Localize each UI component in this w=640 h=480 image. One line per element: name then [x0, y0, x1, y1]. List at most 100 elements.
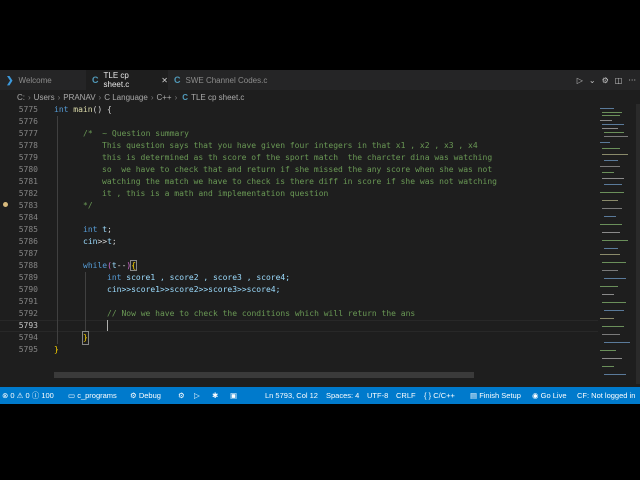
tab-tle-cp-sheet[interactable]: C TLE cp sheet.c ✕	[86, 70, 168, 90]
warning-count: 0	[25, 391, 30, 400]
encoding-setting[interactable]: UTF-8	[367, 387, 388, 404]
breadcrumb-item[interactable]: C Language	[104, 93, 148, 102]
code-comment: so we have to check that and return if s…	[102, 165, 493, 174]
debug-button[interactable]: ⚙ Debug	[130, 387, 161, 404]
code-token: >>	[97, 237, 108, 246]
chevron-right-icon: ›	[98, 92, 102, 102]
horizontal-scrollbar[interactable]	[54, 372, 474, 378]
split-editor-icon[interactable]: ◫	[615, 76, 623, 85]
run-icon[interactable]: ▷	[577, 76, 583, 85]
account-status[interactable]: CF: Not logged in	[577, 387, 635, 404]
vscode-logo-icon: ❯	[6, 74, 14, 85]
gear-icon: ⚙	[130, 391, 137, 400]
tab-label: SWE Channel Codes.c	[185, 75, 268, 85]
line-number: 5782	[18, 189, 38, 198]
line-number: 5776	[18, 117, 38, 126]
code-token: int	[83, 225, 98, 234]
code-token: int	[107, 273, 122, 282]
code-token: score1 , score2 , score3 , score4;	[126, 273, 291, 282]
code-comment: */	[83, 201, 93, 210]
code-token: () {	[92, 105, 112, 114]
indentation-setting[interactable]: Spaces: 4	[326, 387, 359, 404]
indent-guide	[57, 116, 58, 344]
more-icon[interactable]: ···	[628, 76, 636, 85]
line-number: 5787	[18, 249, 38, 258]
code-comment: this is determined as th score of the sp…	[102, 153, 493, 162]
error-count: 0	[10, 391, 15, 400]
code-line: }	[82, 331, 89, 345]
line-number: 5783	[18, 201, 38, 210]
minimap[interactable]	[598, 104, 636, 384]
code-token: --	[116, 261, 127, 270]
code-line: int t;	[83, 224, 112, 236]
settings-icon[interactable]: ⚙	[178, 387, 185, 404]
info-icon: ⓘ	[31, 391, 40, 400]
line-number: 5795	[18, 345, 38, 354]
line-number: 5781	[18, 177, 38, 186]
bug-icon[interactable]: ✱	[212, 387, 218, 404]
go-live-label: Go Live	[540, 391, 567, 400]
finish-setup-button[interactable]: ▤ Finish Setup	[470, 387, 521, 404]
breadcrumb: C: › Users › PRANAV › C Language › C++ ›…	[0, 90, 640, 104]
debug-label: Debug	[138, 391, 161, 400]
close-icon[interactable]: ✕	[161, 76, 168, 85]
breadcrumb-item[interactable]: PRANAV	[63, 93, 95, 102]
breadcrumb-item[interactable]: TLE cp sheet.c	[191, 93, 244, 102]
breadcrumb-item[interactable]: C:	[17, 93, 25, 102]
code-line: cin>>t;	[83, 236, 117, 248]
code-comment: This question says that you have given f…	[102, 141, 478, 150]
language-label: C/C++	[433, 391, 455, 400]
tab-label: Welcome	[18, 75, 52, 85]
problems-indicator[interactable]: ⊗ 0 ⚠ 0 ⓘ 100	[2, 387, 54, 404]
code-token: while	[83, 261, 108, 270]
line-number: 5794	[18, 333, 38, 342]
finish-setup-label: Finish Setup	[479, 391, 521, 400]
broadcast-icon: ◉	[532, 391, 539, 400]
line-number: 5777	[18, 129, 38, 138]
code-token: cin	[83, 237, 98, 246]
chevron-right-icon: ›	[174, 92, 178, 102]
code-comment: // Now we have to check the conditions w…	[107, 309, 416, 318]
line-number: 5786	[18, 237, 38, 246]
code-token: main	[73, 105, 93, 114]
chevron-down-icon[interactable]: ⌄	[589, 76, 596, 85]
breadcrumb-item[interactable]: C++	[156, 93, 171, 102]
c-file-icon: C	[174, 75, 181, 85]
warning-icon: ⚠	[16, 391, 24, 400]
run-icon[interactable]: ▷	[194, 387, 200, 404]
code-editor[interactable]: 5775 5776 5777 5778 5779 5780 5781 5782 …	[0, 104, 598, 384]
code-token: {	[130, 260, 138, 271]
line-number: 5790	[18, 285, 38, 294]
folder-indicator[interactable]: ▭ c_programs	[68, 387, 117, 404]
code-line: while(t--){	[83, 260, 138, 272]
chevron-right-icon: ›	[150, 92, 154, 102]
line-number: 5780	[18, 165, 38, 174]
folder-icon: ▭	[68, 391, 76, 400]
eol-setting[interactable]: CRLF	[396, 387, 416, 404]
line-number: 5779	[18, 153, 38, 162]
tab-bar: ❯ Welcome C TLE cp sheet.c ✕ C SWE Chann…	[0, 70, 640, 90]
code-comment: it , this is a math and implementation q…	[102, 189, 329, 198]
code-lines: int main() { /* ~ Question summary This …	[54, 104, 598, 384]
language-mode[interactable]: { } C/C++	[424, 387, 455, 404]
tab-swe-channel-codes[interactable]: C SWE Channel Codes.c	[168, 70, 278, 90]
code-line: cin>>score1>>score2>>score3>>score4;	[107, 285, 281, 294]
status-bar: ⊗ 0 ⚠ 0 ⓘ 100 ▭ c_programs ⚙ Debug ⚙ ▷ ✱…	[0, 387, 640, 404]
line-number: 5778	[18, 141, 38, 150]
code-line: }	[54, 345, 59, 354]
line-number-gutter: 5775 5776 5777 5778 5779 5780 5781 5782 …	[0, 104, 46, 384]
breadcrumb-item[interactable]: Users	[34, 93, 55, 102]
editor-actions: ▷ ⌄ ⚙ ◫ ···	[577, 70, 636, 90]
tab-welcome[interactable]: ❯ Welcome	[0, 70, 86, 90]
code-line: int main() {	[54, 104, 112, 116]
vertical-scrollbar[interactable]	[636, 104, 640, 384]
gear-icon[interactable]: ⚙	[602, 76, 609, 85]
code-comment: /* ~ Question summary	[83, 129, 189, 138]
line-number: 5775	[18, 105, 38, 114]
terminal-icon[interactable]: ▣	[230, 387, 237, 404]
go-live-button[interactable]: ◉ Go Live	[532, 387, 567, 404]
folder-label: c_programs	[77, 391, 117, 400]
code-token: ;	[107, 225, 112, 234]
line-number: 5788	[18, 261, 38, 270]
cursor-position[interactable]: Ln 5793, Col 12	[265, 387, 318, 404]
